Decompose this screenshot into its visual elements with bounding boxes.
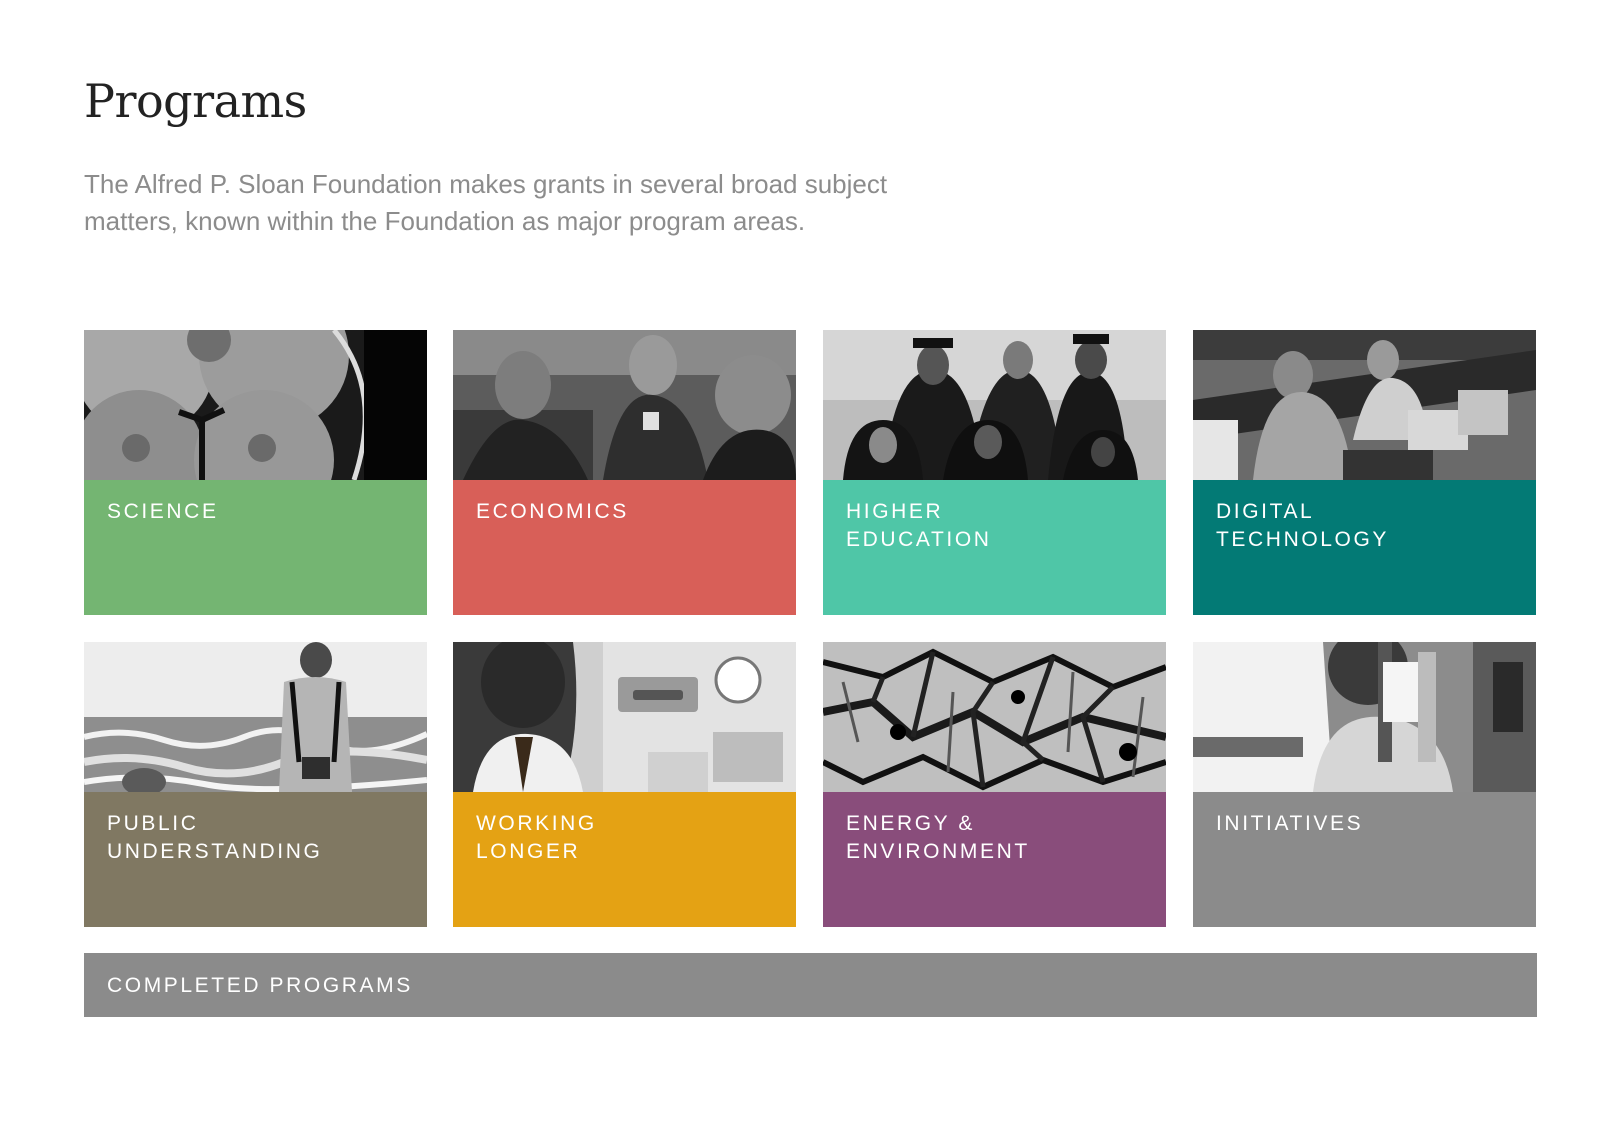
- completed-programs-label: COMPLETED PROGRAMS: [107, 974, 413, 997]
- program-label: INITIATIVES: [1216, 812, 1364, 835]
- page-title: Programs: [84, 74, 307, 128]
- program-label: SCIENCE: [107, 500, 219, 523]
- program-label: PUBLIC UNDERSTANDING: [107, 812, 323, 863]
- program-tile-science[interactable]: SCIENCE: [84, 330, 427, 615]
- program-label: HIGHER EDUCATION: [846, 500, 992, 551]
- program-tile-working-longer[interactable]: WORKING LONGER: [453, 642, 796, 927]
- program-label: ECONOMICS: [476, 500, 629, 523]
- intro-text: The Alfred P. Sloan Foundation makes gra…: [84, 169, 888, 236]
- program-tile-energy-environment[interactable]: ENERGY & ENVIRONMENT: [823, 642, 1166, 927]
- program-panel: SCIENCE: [84, 480, 427, 615]
- program-panel: WORKING LONGER: [453, 792, 796, 927]
- pipette-scientist-photo: [1193, 642, 1536, 792]
- program-tile-economics[interactable]: ECONOMICS: [453, 330, 796, 615]
- lab-worker-photo: [453, 642, 796, 792]
- program-tile-public-understanding[interactable]: PUBLIC UNDERSTANDING: [84, 642, 427, 927]
- crackled-surface-photo: [823, 642, 1166, 792]
- completed-programs-button[interactable]: COMPLETED PROGRAMS: [84, 953, 1537, 1017]
- petri-dish-photo: [84, 330, 427, 480]
- program-panel: ECONOMICS: [453, 480, 796, 615]
- beach-recordist-photo: [84, 642, 427, 792]
- laptop-workshop-photo: [1193, 330, 1536, 480]
- program-panel: DIGITAL TECHNOLOGY: [1193, 480, 1536, 615]
- program-tile-digital-technology[interactable]: DIGITAL TECHNOLOGY: [1193, 330, 1536, 615]
- program-panel: PUBLIC UNDERSTANDING: [84, 792, 427, 927]
- program-label: WORKING LONGER: [476, 812, 597, 863]
- conference-discussion-photo: [453, 330, 796, 480]
- graduates-photo: [823, 330, 1166, 480]
- program-tile-initiatives[interactable]: INITIATIVES: [1193, 642, 1536, 927]
- program-panel: INITIATIVES: [1193, 792, 1536, 927]
- program-label: DIGITAL TECHNOLOGY: [1216, 500, 1390, 551]
- program-panel: ENERGY & ENVIRONMENT: [823, 792, 1166, 927]
- program-panel: HIGHER EDUCATION: [823, 480, 1166, 615]
- program-tile-higher-education[interactable]: HIGHER EDUCATION: [823, 330, 1166, 615]
- program-label: ENERGY & ENVIRONMENT: [846, 812, 1030, 863]
